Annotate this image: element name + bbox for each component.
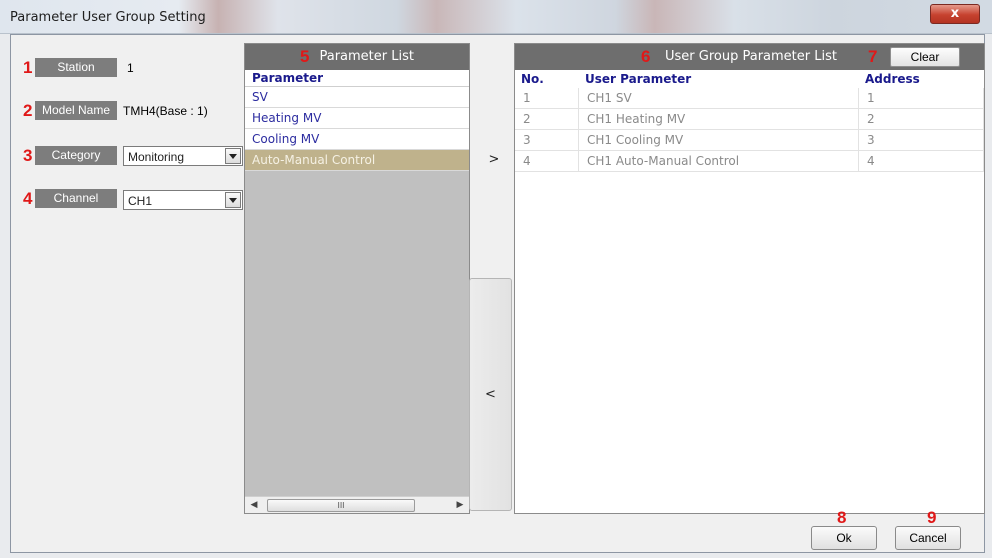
user-group-list-title: User Group Parameter List [665,49,837,64]
row-address[interactable]: 3 [859,130,984,151]
column-header-address: Address [865,72,920,86]
row-address[interactable]: 2 [859,109,984,130]
model-name-label: Model Name [35,101,117,120]
model-name-value: TMH4(Base : 1) [123,104,208,118]
callout-3: 3 [23,146,33,165]
channel-label: Channel [35,189,117,208]
parameter-list-panel: 5 Parameter List Parameter SV Heating MV … [244,43,470,514]
ok-button[interactable]: Ok [811,526,877,550]
horizontal-scrollbar[interactable]: ◀ III ▶ [245,496,469,513]
remove-from-group-button[interactable]: < [469,278,512,511]
row-no[interactable]: 1 [515,88,579,109]
station-label: Station [35,58,117,77]
title-bar: Parameter User Group Setting x [0,0,992,34]
station-value: 1 [127,61,134,75]
callout-6: 6 [641,47,651,66]
row-user-parameter[interactable]: CH1 SV [579,88,859,109]
scroll-right-arrow-icon[interactable]: ▶ [453,499,467,512]
row-user-parameter[interactable]: CH1 Auto-Manual Control [579,151,859,172]
callout-4: 4 [23,189,33,208]
parameter-item-selected[interactable]: Auto-Manual Control [245,150,469,171]
callout-8: 8 [837,508,847,527]
row-no[interactable]: 4 [515,151,579,172]
row-address[interactable]: 4 [859,151,984,172]
row-no[interactable]: 3 [515,130,579,151]
row-user-parameter[interactable]: CH1 Cooling MV [579,130,859,151]
scroll-thumb[interactable]: III [267,499,415,512]
row-address[interactable]: 1 [859,88,984,109]
channel-dropdown[interactable]: CH1 [123,190,243,210]
callout-1: 1 [23,58,33,77]
scroll-left-arrow-icon[interactable]: ◀ [247,499,261,512]
row-no[interactable]: 2 [515,109,579,130]
chevron-down-icon[interactable] [225,148,241,164]
parameter-item[interactable]: Cooling MV [245,129,469,150]
user-group-list-panel: 6 User Group Parameter List 7 Clear No. … [514,43,985,514]
callout-9: 9 [927,508,937,527]
category-selected: Monitoring [128,150,185,164]
cancel-button[interactable]: Cancel [895,526,961,550]
channel-selected: CH1 [128,194,153,208]
parameter-item[interactable]: SV [245,87,469,108]
parameter-list-header: 5 Parameter List [245,44,469,70]
callout-2: 2 [23,101,33,120]
window-title: Parameter User Group Setting [10,10,206,25]
parameter-list-title: Parameter List [319,49,414,64]
category-dropdown[interactable]: Monitoring [123,146,243,166]
parameter-column-header: Parameter [245,70,469,87]
add-to-group-button[interactable]: > [473,43,515,277]
close-button[interactable]: x [930,4,980,24]
chevron-down-icon[interactable] [225,192,241,208]
callout-5: 5 [300,47,310,66]
column-header-no: No. [521,72,544,86]
callout-7: 7 [868,47,878,66]
parameter-item[interactable]: Heating MV [245,108,469,129]
clear-button[interactable]: Clear [890,47,960,67]
column-header-user-parameter: User Parameter [585,72,692,86]
user-group-list-header: 6 User Group Parameter List 7 Clear [515,44,984,70]
dialog-body: 1 Station 1 2 Model Name TMH4(Base : 1) … [10,34,985,553]
category-label: Category [35,146,117,165]
row-user-parameter[interactable]: CH1 Heating MV [579,109,859,130]
